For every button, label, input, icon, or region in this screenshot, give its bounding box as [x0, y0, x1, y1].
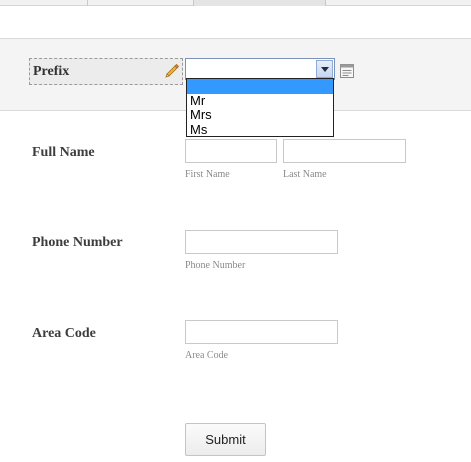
tab-segment[interactable] — [0, 0, 88, 6]
first-name-input[interactable] — [185, 139, 277, 163]
prefix-dropdown-list: Mr Mrs Ms — [186, 78, 334, 137]
chevron-down-icon[interactable] — [316, 60, 333, 78]
last-name-sublabel: Last Name — [283, 169, 327, 180]
dropdown-option-mrs[interactable]: Mrs — [187, 107, 333, 123]
phone-number-sublabel: Phone Number — [185, 260, 246, 271]
phone-number-input[interactable] — [185, 230, 338, 254]
first-name-sublabel: First Name — [185, 169, 230, 180]
area-code-label: Area Code — [32, 326, 96, 341]
last-name-input[interactable] — [283, 139, 406, 163]
area-code-sublabel: Area Code — [185, 350, 229, 361]
submit-button[interactable]: Submit — [185, 423, 266, 456]
options-icon[interactable] — [340, 63, 355, 79]
tab-segment[interactable] — [194, 0, 326, 6]
pencil-icon[interactable] — [164, 63, 180, 79]
tab-segment[interactable] — [88, 0, 194, 6]
prefix-select[interactable] — [185, 58, 335, 80]
prefix-label: Prefix — [33, 64, 70, 79]
top-tab-strip — [0, 0, 471, 6]
phone-number-label: Phone Number — [32, 235, 123, 250]
area-code-input[interactable] — [185, 320, 338, 344]
prefix-label-box[interactable]: Prefix — [29, 58, 183, 85]
dropdown-option-mr[interactable]: Mr — [187, 93, 333, 109]
dropdown-option[interactable] — [187, 79, 333, 94]
full-name-label: Full Name — [32, 145, 95, 160]
dropdown-option-ms[interactable]: Ms — [187, 122, 333, 138]
